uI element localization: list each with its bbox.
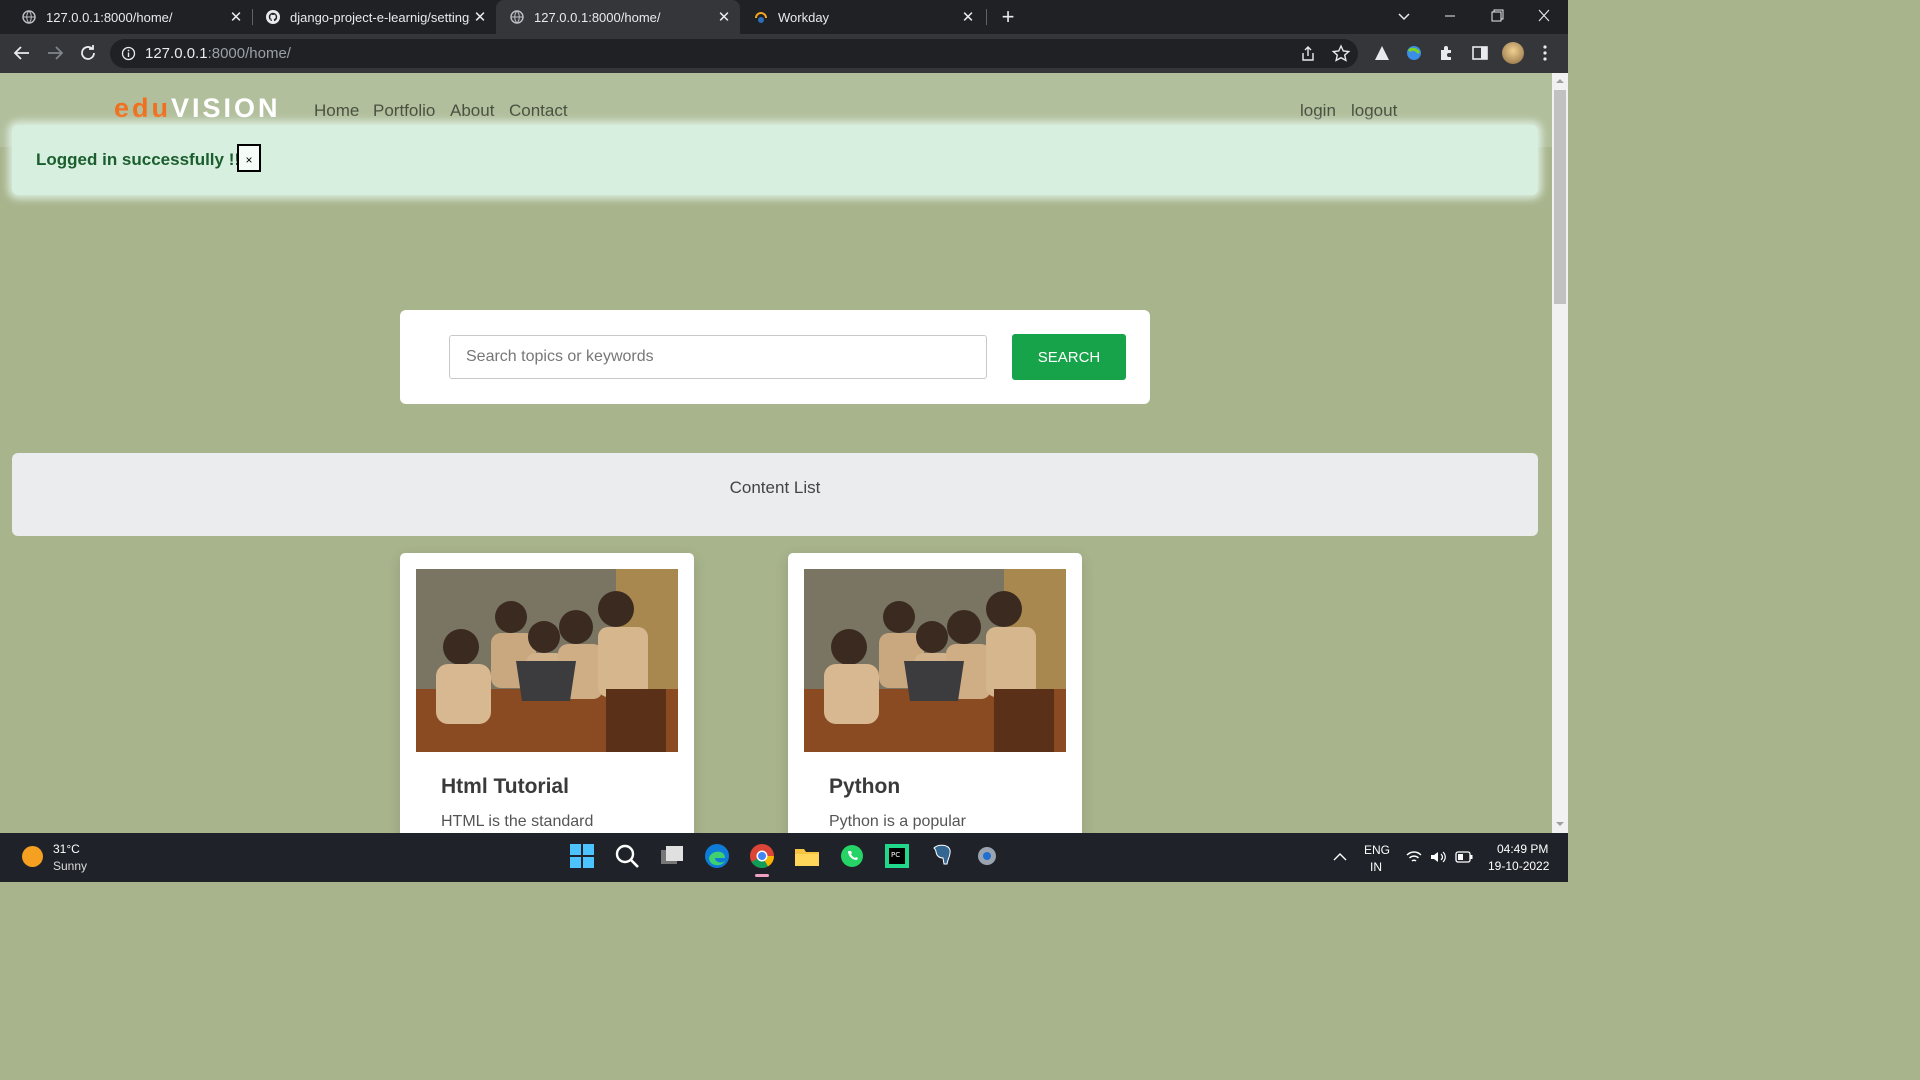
battery-icon[interactable] <box>1455 851 1473 863</box>
url-host: 127.0.0.1 <box>145 45 208 62</box>
content-list-header: Content List <box>12 453 1538 536</box>
nav-portfolio-link[interactable]: Portfolio <box>373 101 435 121</box>
alert-message: Logged in successfully !! <box>36 150 241 169</box>
postgresql-icon[interactable] <box>928 842 956 870</box>
nav-home-link[interactable]: Home <box>314 101 359 121</box>
globe-icon <box>22 10 36 24</box>
browser-menu-icon[interactable] <box>1538 44 1552 62</box>
logo-edu: edu <box>114 93 172 123</box>
scroll-down-icon[interactable] <box>1554 819 1566 829</box>
windows-start-icon[interactable] <box>568 842 596 870</box>
globe-icon <box>510 10 524 24</box>
site-logo[interactable]: eduVISION <box>114 93 281 124</box>
active-app-indicator <box>755 874 769 877</box>
course-card-html[interactable]: Html Tutorial HTML is the standard <box>400 553 694 833</box>
wifi-icon[interactable] <box>1406 850 1422 864</box>
extension-triangle-icon[interactable] <box>1373 44 1391 62</box>
file-explorer-icon[interactable] <box>793 842 821 870</box>
weather-sun-icon[interactable] <box>22 846 43 867</box>
content-list-title: Content List <box>729 478 821 497</box>
tab-title: 127.0.0.1:8000/home/ <box>46 9 173 25</box>
github-icon <box>266 10 280 24</box>
nav-about-link[interactable]: About <box>450 101 494 121</box>
search-input[interactable] <box>449 335 987 379</box>
tab-title: django-project-e-learnig/settings <box>290 9 470 25</box>
url-path: :8000/home/ <box>207 45 291 62</box>
clock-time[interactable]: 04:49 PM <box>1497 842 1548 856</box>
task-view-icon[interactable] <box>658 842 686 870</box>
side-panel-icon[interactable] <box>1471 44 1489 62</box>
language-region[interactable]: IN <box>1370 860 1382 874</box>
course-description: HTML is the standard <box>441 813 594 830</box>
course-title: Html Tutorial <box>441 775 569 798</box>
tab-close-icon[interactable]: ✕ <box>714 8 734 26</box>
logo-vision: VISION <box>171 93 281 123</box>
address-bar[interactable]: 127.0.0.1:8000/home/ <box>110 39 1358 68</box>
login-success-alert: Logged in successfully !! × <box>12 125 1538 195</box>
weather-desc: Sunny <box>53 859 88 873</box>
scrollbar-thumb[interactable] <box>1554 90 1566 304</box>
site-info-icon[interactable] <box>121 46 136 61</box>
course-description: Python is a popular <box>829 813 966 830</box>
scroll-up-icon[interactable] <box>1554 76 1566 86</box>
tab-github[interactable]: django-project-e-learnig/settings ✕ <box>244 0 496 34</box>
extension-globe-icon[interactable] <box>1405 44 1423 62</box>
chrome-browser-icon[interactable] <box>748 842 776 870</box>
volume-icon[interactable] <box>1430 850 1448 864</box>
tab-separator <box>986 9 987 25</box>
clock-date[interactable]: 19-10-2022 <box>1488 859 1549 873</box>
chevron-up-icon[interactable] <box>1332 850 1348 862</box>
nav-contact-link[interactable]: Contact <box>509 101 568 121</box>
workday-icon <box>755 12 767 23</box>
search-card: SEARCH <box>400 310 1150 404</box>
browser-tab-strip: 127.0.0.1:8000/home/ ✕ django-project-e-… <box>0 0 1568 34</box>
svg-text:PC: PC <box>891 851 900 859</box>
tab-workday[interactable]: Workday ✕ <box>744 0 984 34</box>
tab-search-chevron-icon[interactable] <box>1394 5 1414 27</box>
tab-close-icon[interactable]: ✕ <box>470 8 490 26</box>
course-card-python[interactable]: Python Python is a popular <box>788 553 1082 833</box>
tab-title: Workday <box>778 9 830 25</box>
forward-arrow-icon[interactable] <box>43 41 67 65</box>
course-title: Python <box>829 775 901 798</box>
pycharm-icon[interactable]: PC <box>883 842 911 870</box>
alert-close-button[interactable]: × <box>237 144 261 172</box>
course-image <box>804 569 1066 752</box>
settings-gear-icon[interactable] <box>973 842 1001 870</box>
whatsapp-icon[interactable] <box>838 842 866 870</box>
back-arrow-icon[interactable] <box>10 41 34 65</box>
weather-temp: 31°C <box>53 842 80 856</box>
window-restore-icon[interactable] <box>1485 6 1509 26</box>
tab-home-active[interactable]: 127.0.0.1:8000/home/ ✕ <box>496 0 740 34</box>
search-button[interactable]: SEARCH <box>1012 334 1126 380</box>
new-tab-button[interactable]: + <box>996 3 1020 31</box>
login-link[interactable]: login <box>1300 101 1336 121</box>
bookmark-star-icon[interactable] <box>1331 44 1351 64</box>
logout-link[interactable]: logout <box>1351 101 1397 121</box>
course-image <box>416 569 678 752</box>
tab-home-1[interactable]: 127.0.0.1:8000/home/ ✕ <box>0 0 252 34</box>
search-icon[interactable] <box>613 842 641 870</box>
profile-avatar[interactable] <box>1502 42 1524 64</box>
window-minimize-icon[interactable] <box>1438 6 1462 26</box>
extensions-puzzle-icon[interactable] <box>1438 44 1456 62</box>
share-icon[interactable] <box>1299 45 1317 63</box>
tab-close-icon[interactable]: ✕ <box>958 8 978 26</box>
tab-close-icon[interactable]: ✕ <box>226 8 246 26</box>
edge-browser-icon[interactable] <box>703 842 731 870</box>
language-code[interactable]: ENG <box>1364 843 1390 857</box>
url-text: 127.0.0.1:8000/home/ <box>145 45 291 62</box>
reload-icon[interactable] <box>76 41 100 65</box>
tab-title: 127.0.0.1:8000/home/ <box>534 9 661 25</box>
web-page: eduVISION Home Portfolio About Contact l… <box>0 73 1552 833</box>
window-close-icon[interactable] <box>1532 6 1556 26</box>
